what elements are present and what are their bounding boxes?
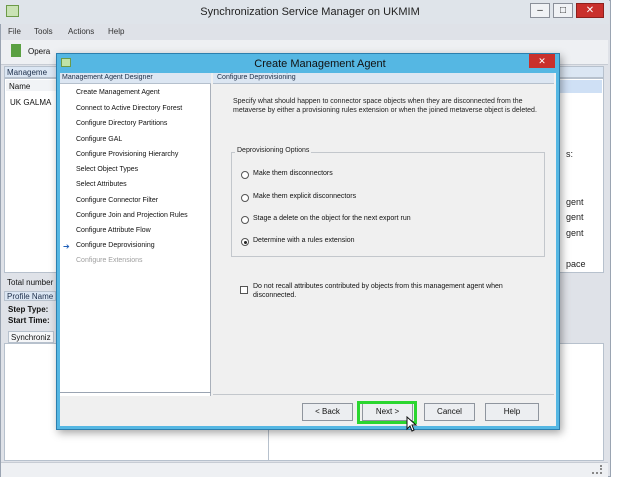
nav-step-item[interactable]: Configure Provisioning Hierarchy (76, 151, 178, 158)
menu-file[interactable]: File (8, 27, 21, 36)
profile-name-label: Profile Name (7, 292, 54, 301)
close-button[interactable]: ✕ (576, 3, 604, 18)
radio-label[interactable]: Make them explicit disconnectors (253, 193, 356, 200)
radio-rules-extension[interactable] (241, 238, 249, 246)
current-step-arrow-icon: ➔ (63, 242, 70, 251)
radio-stage-delete[interactable] (241, 216, 249, 224)
deprovisioning-description: Specify what should happen to connector … (233, 98, 537, 114)
total-number-label: Total number (7, 278, 54, 287)
nav-step-item[interactable]: Configure Join and Projection Rules (76, 212, 188, 219)
radio-make-explicit-disconnectors[interactable] (241, 194, 249, 202)
radio-label[interactable]: Stage a delete on the object for the nex… (253, 215, 411, 222)
deprovisioning-options-title: Deprovisioning Options (235, 147, 312, 154)
partial-text: pace (566, 259, 586, 269)
column-header-name-label: Name (9, 82, 31, 91)
operations-button-label[interactable]: Opera (28, 47, 50, 56)
main-window-title: Synchronization Service Manager on UKMIM (200, 6, 420, 18)
do-not-recall-checkbox[interactable] (240, 286, 248, 294)
radio-label[interactable]: Determine with a rules extension (253, 237, 355, 244)
menu-actions[interactable]: Actions (68, 27, 94, 36)
cancel-button[interactable]: Cancel (424, 403, 475, 421)
tab-synchronization-label: Synchroniz (11, 333, 51, 342)
nav-step-item[interactable]: Configure Attribute Flow (76, 227, 151, 234)
nav-step-item[interactable]: Configure Directory Partitions (76, 120, 167, 127)
app-icon (6, 5, 19, 17)
dialog-app-icon (61, 58, 71, 67)
step-type-label: Step Type: (8, 305, 49, 314)
radio-make-disconnectors[interactable] (241, 171, 249, 179)
operations-icon[interactable] (11, 44, 21, 57)
screenshot-stage: Synchronization Service Manager on UKMIM… (0, 0, 620, 484)
resize-grip-icon[interactable] (592, 465, 602, 474)
content-header-label: Configure Deprovisioning (217, 74, 296, 81)
nav-step-item[interactable]: Connect to Active Directory Forest (76, 105, 182, 112)
start-time-label: Start Time: (8, 316, 50, 325)
partial-text: s: (566, 149, 574, 159)
do-not-recall-label[interactable]: Do not recall attributes contributed by … (253, 282, 533, 300)
nav-step-item[interactable]: Select Attributes (76, 181, 127, 188)
nav-step-item[interactable]: Configure Connector Filter (76, 197, 158, 204)
minimize-button[interactable]: – (530, 3, 550, 18)
nav-step-item: Configure Extensions (76, 257, 143, 264)
back-button[interactable]: < Back (302, 403, 353, 421)
partial-text: gent (566, 197, 584, 207)
maximize-button[interactable]: □ (553, 3, 573, 18)
nav-header-label: Management Agent Designer (62, 74, 153, 81)
partial-text: gent (566, 228, 584, 238)
menu-tools[interactable]: Tools (34, 27, 53, 36)
management-agents-header-label: Manageme (7, 68, 48, 77)
nav-step-item[interactable]: Configure GAL (76, 136, 122, 143)
nav-step-item[interactable]: Select Object Types (76, 166, 138, 173)
nav-step-item[interactable]: Create Management Agent (76, 89, 160, 96)
pane-divider[interactable] (268, 430, 269, 460)
divider (213, 394, 554, 395)
menu-help[interactable]: Help (108, 27, 124, 36)
list-item[interactable]: UK GALMA (10, 98, 51, 107)
partial-text: gent (566, 212, 584, 222)
divider (60, 392, 211, 393)
dialog-close-button[interactable]: ✕ (529, 54, 555, 68)
radio-label[interactable]: Make them disconnectors (253, 170, 333, 177)
mouse-cursor-icon (406, 416, 418, 432)
help-button[interactable]: Help (485, 403, 539, 421)
nav-step-item[interactable]: Configure Deprovisioning (76, 242, 155, 249)
dialog-title: Create Management Agent (254, 58, 386, 70)
status-bar (1, 462, 608, 477)
